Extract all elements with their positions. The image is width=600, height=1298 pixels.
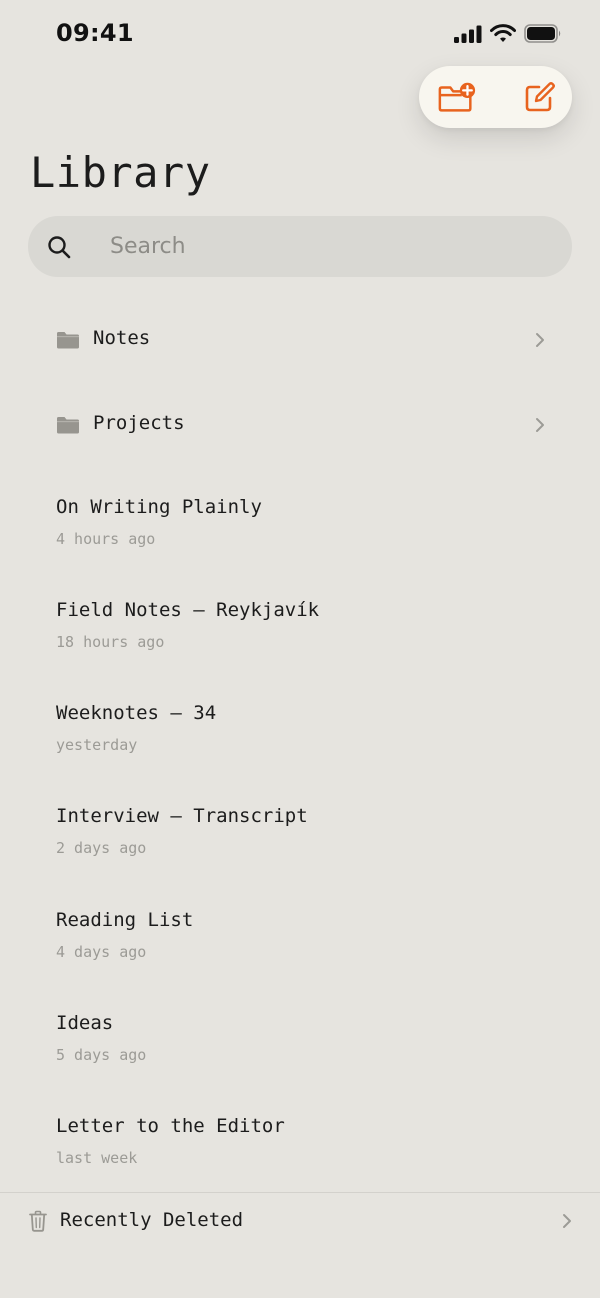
- note-timestamp: 5 days ago: [56, 1046, 147, 1064]
- status-bar: 09:41: [0, 0, 600, 68]
- note-title: Field Notes — Reykjavík: [56, 599, 320, 621]
- cellular-signal-icon: [454, 25, 482, 43]
- note-title: Interview — Transcript: [56, 805, 308, 827]
- folder-row-projects[interactable]: Projects: [0, 391, 600, 461]
- compose-button[interactable]: [519, 80, 559, 116]
- search-bar[interactable]: [28, 216, 572, 277]
- note-title: Letter to the Editor: [56, 1115, 285, 1137]
- note-row[interactable]: Interview — Transcript 2 days ago: [0, 805, 600, 895]
- recently-deleted-row[interactable]: Recently Deleted: [0, 1193, 600, 1253]
- folder-label: Notes: [93, 327, 151, 349]
- note-title: On Writing Plainly: [56, 496, 262, 518]
- note-timestamp: yesterday: [56, 736, 138, 754]
- note-timestamp: 18 hours ago: [56, 633, 165, 651]
- note-timestamp: last week: [56, 1149, 138, 1167]
- note-timestamp: 4 days ago: [56, 943, 147, 961]
- note-row[interactable]: Ideas 5 days ago: [0, 1012, 600, 1102]
- status-time: 09:41: [56, 19, 134, 47]
- note-row[interactable]: On Writing Plainly 4 hours ago: [0, 496, 600, 586]
- note-title: Weeknotes — 34: [56, 702, 217, 724]
- page-title: Library: [30, 148, 211, 197]
- recently-deleted-label: Recently Deleted: [60, 1209, 244, 1231]
- new-folder-button[interactable]: [437, 80, 477, 116]
- search-input[interactable]: [110, 216, 550, 277]
- chevron-right-icon: [536, 418, 544, 432]
- note-row[interactable]: Field Notes — Reykjavík 18 hours ago: [0, 599, 600, 689]
- battery-icon: [524, 24, 561, 43]
- note-timestamp: 4 hours ago: [56, 530, 156, 548]
- note-row[interactable]: Reading List 4 days ago: [0, 909, 600, 999]
- folder-label: Projects: [93, 412, 185, 434]
- folder-row-notes[interactable]: Notes: [0, 306, 600, 376]
- note-timestamp: 2 days ago: [56, 839, 147, 857]
- folder-plus-icon: [438, 82, 476, 112]
- note-title: Ideas: [56, 1012, 114, 1034]
- toolbar: [419, 66, 572, 128]
- note-row[interactable]: Weeknotes — 34 yesterday: [0, 702, 600, 792]
- chevron-right-icon: [536, 333, 544, 347]
- compose-icon: [525, 82, 555, 112]
- status-icons: [454, 24, 562, 43]
- folder-icon: [57, 417, 79, 434]
- search-icon: [48, 236, 71, 259]
- trash-icon: [29, 1210, 47, 1232]
- chevron-right-icon: [563, 1214, 571, 1228]
- folder-icon: [57, 332, 79, 349]
- note-title: Reading List: [56, 909, 194, 931]
- wifi-icon: [490, 24, 516, 42]
